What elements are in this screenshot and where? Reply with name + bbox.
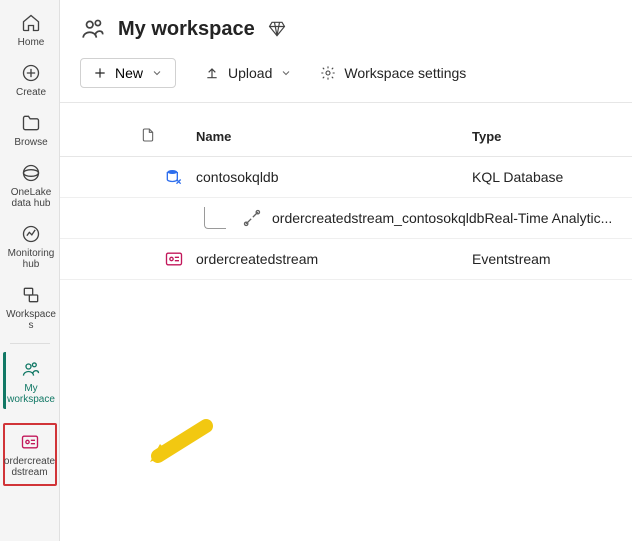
item-name: contosokqldb: [196, 169, 472, 185]
upload-icon: [204, 65, 220, 81]
nav-workspaces[interactable]: Workspaces: [3, 278, 57, 335]
home-icon: [20, 12, 42, 34]
nav-home-label: Home: [18, 37, 45, 48]
gear-icon: [320, 65, 336, 81]
item-name: ordercreatedstream: [196, 251, 472, 267]
chevron-down-icon: [280, 67, 292, 79]
folder-icon: [20, 112, 42, 134]
nav-browse[interactable]: Browse: [3, 106, 57, 152]
eventstream-icon: [164, 249, 184, 269]
upload-label: Upload: [228, 65, 272, 81]
upload-button[interactable]: Upload: [204, 65, 292, 81]
workspace-people-icon: [80, 16, 106, 42]
workspace-settings-label: Workspace settings: [344, 65, 466, 81]
realtime-analytics-icon: [242, 208, 262, 228]
kql-database-icon: [164, 167, 184, 187]
item-type: Real-Time Analytic...: [484, 210, 632, 226]
nav-home[interactable]: Home: [3, 6, 57, 52]
onelake-icon: [20, 162, 42, 184]
workspace-main: My workspace New Upload: [60, 0, 632, 541]
diamond-icon[interactable]: [267, 19, 287, 39]
left-nav-rail: Home Create Browse OneLake data hub Moni…: [0, 0, 60, 541]
plus-circle-icon: [20, 62, 42, 84]
new-button-label: New: [115, 65, 143, 81]
nav-my-workspace[interactable]: My workspace: [3, 352, 57, 409]
workspace-title: My workspace: [118, 18, 255, 41]
workspace-toolbar: New Upload Workspace settings: [60, 52, 632, 103]
item-name: ordercreatedstream_contosokqldb: [272, 210, 484, 226]
new-button[interactable]: New: [80, 58, 176, 88]
child-connector: [204, 207, 226, 229]
nav-monitoring-label: Monitoring hub: [6, 248, 57, 270]
people-icon: [20, 358, 42, 380]
nav-my-workspace-label: My workspace: [6, 383, 57, 405]
item-type: KQL Database: [472, 169, 632, 185]
col-name[interactable]: Name: [196, 129, 472, 144]
nav-create-label: Create: [16, 87, 46, 98]
table-header-row: Name Type: [60, 117, 632, 157]
nav-browse-label: Browse: [14, 137, 47, 148]
item-type: Eventstream: [472, 251, 632, 267]
annotation-arrow: [146, 418, 206, 458]
nav-divider: [10, 343, 50, 344]
workspace-settings-button[interactable]: Workspace settings: [320, 65, 466, 81]
nav-create[interactable]: Create: [3, 56, 57, 102]
nav-onelake[interactable]: OneLake data hub: [3, 156, 57, 213]
file-icon: [140, 127, 156, 143]
workspaces-icon: [20, 284, 42, 306]
table-row[interactable]: ordercreatedstream_contosokqldb Real-Tim…: [60, 198, 632, 239]
chevron-down-icon: [151, 67, 163, 79]
table-row[interactable]: contosokqldb KQL Database: [60, 157, 632, 198]
table-row[interactable]: ordercreatedstream Eventstream: [60, 239, 632, 280]
nav-onelake-label: OneLake data hub: [6, 187, 57, 209]
plus-icon: [93, 66, 107, 80]
workspace-header: My workspace: [60, 0, 632, 52]
items-table: Name Type contosokqldb KQL Database: [60, 103, 632, 280]
eventstream-icon: [19, 431, 41, 453]
nav-ordercreatedstream-label: ordercreatedstream: [3, 456, 57, 478]
col-type[interactable]: Type: [472, 129, 632, 144]
nav-monitoring[interactable]: Monitoring hub: [3, 217, 57, 274]
monitor-icon: [20, 223, 42, 245]
nav-workspaces-label: Workspaces: [4, 309, 58, 331]
nav-ordercreatedstream[interactable]: ordercreatedstream: [3, 423, 57, 486]
